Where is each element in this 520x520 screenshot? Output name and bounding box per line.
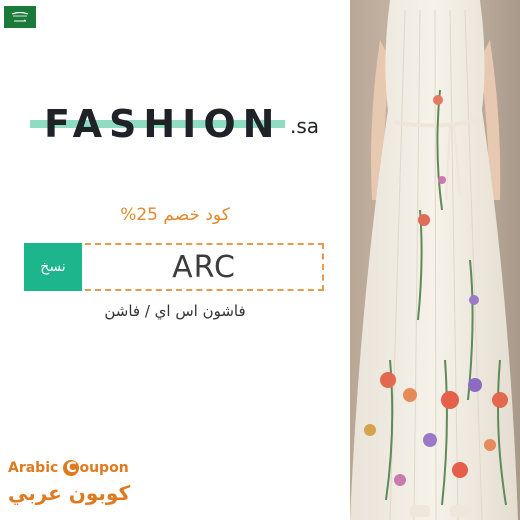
brand-en-suffix: oupon <box>79 460 129 476</box>
brand-en-prefix: Arabic <box>8 460 64 476</box>
brand-en-c: C <box>63 460 80 476</box>
coupon-code-box[interactable]: نسخ ARC <box>24 243 324 291</box>
arabic-coupon-brand[interactable]: Arabic Coupon كوبون عربي <box>8 458 148 508</box>
brand-english: Arabic Coupon <box>8 458 148 478</box>
floral-dress-photo <box>350 0 520 520</box>
coupon-code[interactable]: ARC <box>86 245 322 289</box>
store-name: فاشون اس اي / فاشن <box>104 302 246 320</box>
copy-button[interactable]: نسخ <box>24 243 82 291</box>
discount-label: كود خصم 25% <box>120 205 230 225</box>
logo-tld: .sa <box>290 114 320 138</box>
saudi-flag-icon <box>4 6 36 28</box>
fashion-sa-logo: FASHION .sa <box>30 96 340 156</box>
logo-word: FASHION <box>44 102 282 146</box>
brand-arabic: كوبون عربي <box>8 481 131 505</box>
